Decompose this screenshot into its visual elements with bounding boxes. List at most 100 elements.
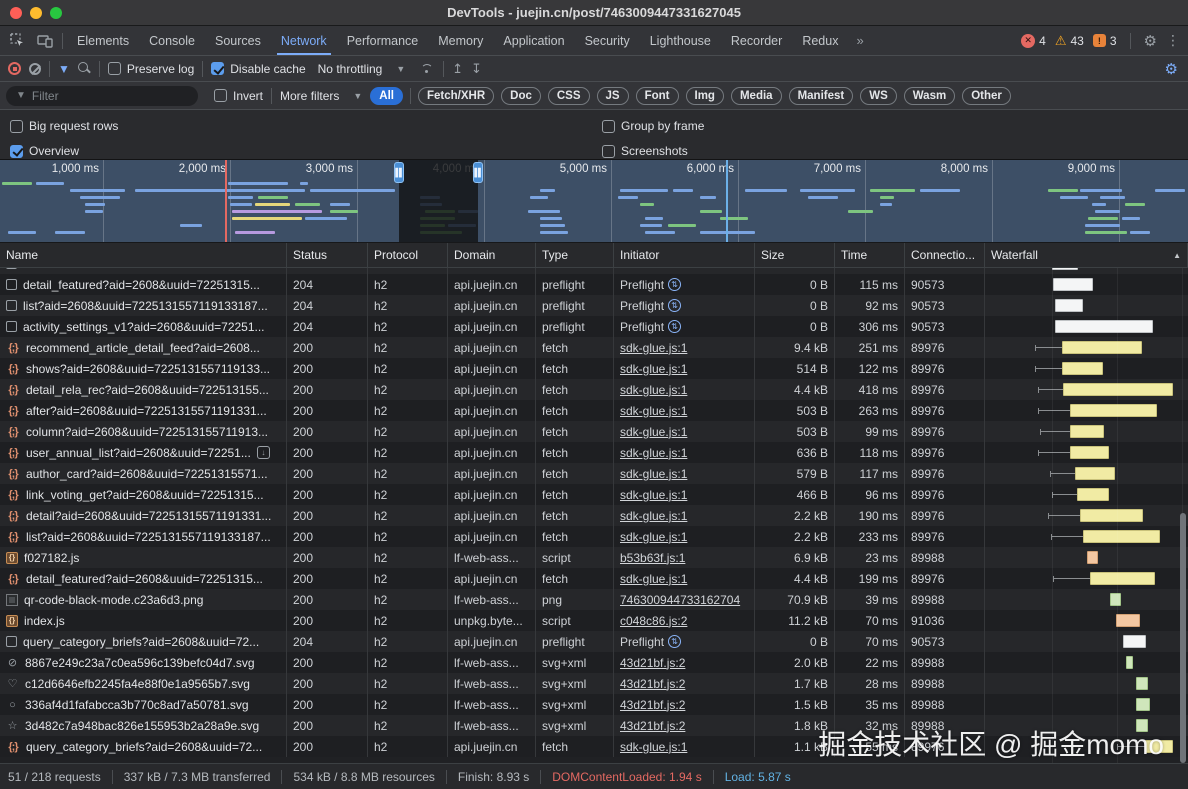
table-row[interactable]: detail_featured?aid=2608&uuid=72251315..… [0,274,1188,295]
selection-left-handle[interactable]: ▐▌ [394,162,404,183]
table-row[interactable]: ☆3d482c7a948bac826e155953b2a28a9e.svg200… [0,715,1188,736]
selection-right-handle[interactable]: ▐▌ [473,162,483,183]
disable-cache-checkbox[interactable]: Disable cache [211,62,305,76]
preflight-link-icon[interactable]: ⇅ [668,278,681,291]
table-row[interactable]: {;}link_voting_get?aid=2608&uuid=7225131… [0,484,1188,505]
network-conditions-icon[interactable] [419,63,435,75]
initiator-link[interactable]: 43d21bf.js:2 [620,719,685,733]
table-row[interactable]: ⊘8867e249c23a7c0ea596c139befc04d7.svg200… [0,652,1188,673]
tab-network[interactable]: Network [271,26,337,55]
column-header-status[interactable]: Status [287,243,368,267]
more-filters-dropdown[interactable]: More filters▼ [280,89,362,103]
tab-performance[interactable]: Performance [337,26,429,55]
initiator-link[interactable]: 43d21bf.js:2 [620,677,685,691]
settings-gear-icon[interactable]: ⚙ [1144,32,1157,50]
type-chip-manifest[interactable]: Manifest [789,87,854,105]
record-network-log-button[interactable] [8,62,21,75]
initiator-link[interactable]: sdk-glue.js:1 [620,362,687,376]
table-row[interactable]: activity_settings_v1?aid=2608&uuid=72251… [0,316,1188,337]
column-header-initiator[interactable]: Initiator [614,243,755,267]
column-header-waterfall[interactable]: Waterfall [985,243,1188,267]
type-chip-img[interactable]: Img [686,87,724,105]
inspect-element-icon[interactable] [8,32,26,50]
initiator-link[interactable]: 43d21bf.js:2 [620,656,685,670]
big-request-rows-checkbox[interactable]: Big request rows [10,119,118,133]
column-header-connectio[interactable]: Connectio... [905,243,985,267]
table-row[interactable]: {;}list?aid=2608&uuid=722513155711913318… [0,526,1188,547]
issues-badge[interactable]: ! 3 [1093,34,1117,48]
device-toolbar-icon[interactable] [36,32,54,50]
type-chip-media[interactable]: Media [731,87,782,105]
table-row[interactable]: ♡c12d6646efb2245fa4e88f0e1a9565b7.svg200… [0,673,1188,694]
type-chip-fetchxhr[interactable]: Fetch/XHR [418,87,494,105]
table-row[interactable]: {;}column?aid=2608&uuid=722513155711913.… [0,421,1188,442]
minimize-window-button[interactable] [30,7,42,19]
initiator-link[interactable]: sdk-glue.js:1 [620,530,687,544]
more-tabs-button[interactable]: » [848,26,871,55]
clear-network-log-button[interactable] [29,63,41,75]
search-network-icon[interactable] [78,62,91,75]
table-row[interactable]: {;}detail?aid=2608&uuid=7225131557119133… [0,505,1188,526]
console-warnings-badge[interactable]: ⚠ 43 [1055,34,1084,48]
table-row[interactable]: {;}author_card?aid=2608&uuid=72251315571… [0,463,1188,484]
scrollbar-thumb[interactable] [1180,513,1186,763]
column-header-type[interactable]: Type [536,243,614,267]
close-window-button[interactable] [10,7,22,19]
column-header-size[interactable]: Size [755,243,835,267]
column-header-protocol[interactable]: Protocol [368,243,448,267]
initiator-link[interactable]: 746300944733162704 [620,593,740,607]
group-by-frame-checkbox[interactable]: Group by frame [602,119,704,133]
table-row[interactable]: {}index.js200h2unpkg.byte...scriptc048c8… [0,610,1188,631]
preflight-link-icon[interactable]: ⇅ [668,320,681,333]
tab-sources[interactable]: Sources [205,26,271,55]
type-chip-wasm[interactable]: Wasm [904,87,955,105]
vertical-scrollbar[interactable] [1179,268,1187,763]
initiator-link[interactable]: sdk-glue.js:1 [620,383,687,397]
initiator-link[interactable]: sdk-glue.js:1 [620,488,687,502]
table-row[interactable]: {;}shows?aid=2608&uuid=7225131557119133.… [0,358,1188,379]
table-row[interactable]: {;}query_category_briefs?aid=2608&uuid=7… [0,736,1188,757]
initiator-link[interactable]: sdk-glue.js:1 [620,467,687,481]
tab-security[interactable]: Security [575,26,640,55]
table-row[interactable]: {}f027182.js200h2lf-web-ass...scriptb53b… [0,547,1188,568]
tab-elements[interactable]: Elements [67,26,139,55]
initiator-link[interactable]: b53b63f.js:1 [620,551,685,565]
export-har-icon[interactable]: ↧ [471,62,482,75]
table-row[interactable]: list?aid=2608&uuid=7225131557119133187..… [0,295,1188,316]
type-chip-js[interactable]: JS [597,87,629,105]
table-row[interactable]: {;}user_annual_list?aid=2608&uuid=72251.… [0,442,1188,463]
open-resource-icon[interactable]: ↓ [257,446,270,459]
type-chip-font[interactable]: Font [636,87,679,105]
preflight-link-icon[interactable]: ⇅ [668,299,681,312]
overview-checkbox[interactable]: Overview [10,144,79,158]
sort-ascending-icon[interactable]: ▲ [1173,251,1181,260]
screenshots-checkbox[interactable]: Screenshots [602,144,688,158]
initiator-link[interactable]: c048c86.js:2 [620,614,687,628]
initiator-link[interactable]: 43d21bf.js:2 [620,698,685,712]
type-chip-all[interactable]: All [370,87,403,105]
tab-application[interactable]: Application [493,26,574,55]
initiator-link[interactable]: sdk-glue.js:1 [620,572,687,586]
initiator-link[interactable]: sdk-glue.js:1 [620,425,687,439]
tab-recorder[interactable]: Recorder [721,26,792,55]
filter-toggle-icon[interactable]: ▼ [58,62,70,76]
initiator-link[interactable]: sdk-glue.js:1 [620,341,687,355]
table-row[interactable]: {;}detail_featured?aid=2608&uuid=7225131… [0,568,1188,589]
import-har-icon[interactable]: ↥ [452,62,463,75]
table-row[interactable]: {;}recommend_article_detail_feed?aid=260… [0,337,1188,358]
customize-menu-icon[interactable]: ⋮ [1166,32,1180,49]
type-chip-css[interactable]: CSS [548,87,590,105]
column-header-domain[interactable]: Domain [448,243,536,267]
table-row[interactable]: query_category_briefs?aid=2608&uuid=72..… [0,631,1188,652]
maximize-window-button[interactable] [50,7,62,19]
tab-console[interactable]: Console [139,26,205,55]
overview-selection-window[interactable] [399,160,478,242]
column-header-name[interactable]: Name [0,243,287,267]
throttling-dropdown[interactable]: No throttling▼ [318,62,406,76]
tab-redux[interactable]: Redux [792,26,848,55]
invert-filter-checkbox[interactable]: Invert [214,89,263,103]
table-row[interactable]: {;}detail_rela_rec?aid=2608&uuid=7225131… [0,379,1188,400]
network-settings-gear-icon[interactable]: ⚙ [1165,60,1178,78]
initiator-link[interactable]: sdk-glue.js:1 [620,740,687,754]
preserve-log-checkbox[interactable]: Preserve log [108,62,194,76]
